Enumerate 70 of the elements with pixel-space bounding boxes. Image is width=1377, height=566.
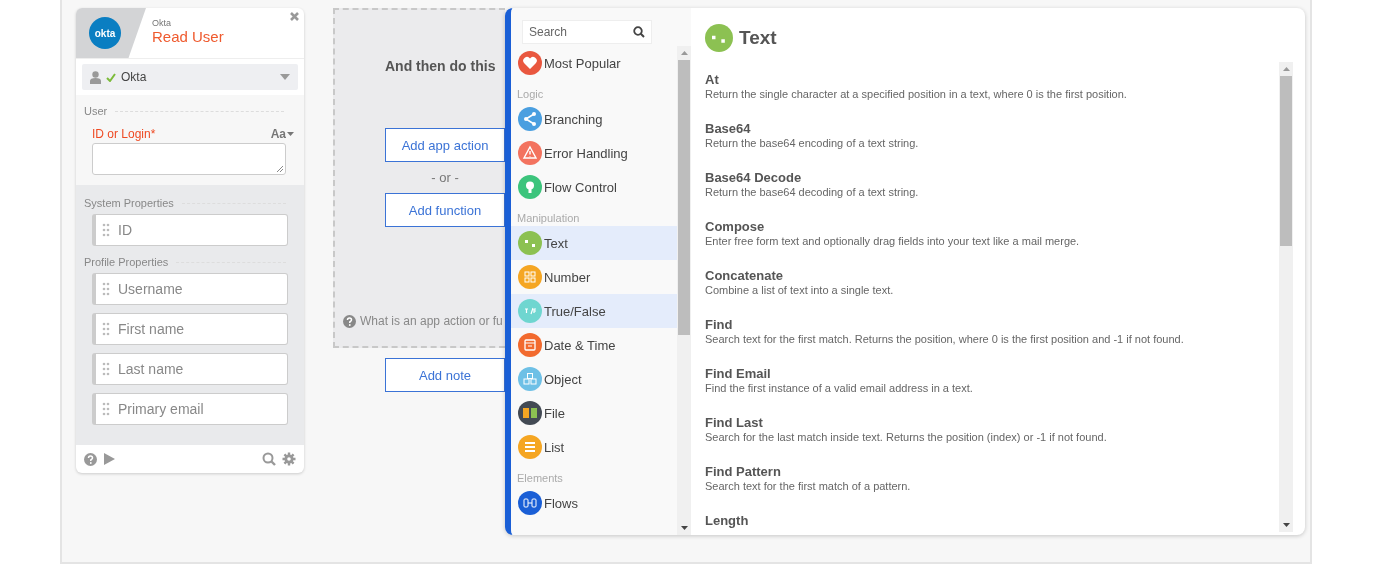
- function-item[interactable]: Find Search text for the first match. Returns the position, where 0 is the first position and -1 if not found.: [705, 317, 1279, 366]
- property-chip[interactable]: First name: [92, 313, 288, 345]
- drag-handle-icon: [102, 321, 110, 337]
- card-title: Read User: [152, 28, 224, 45]
- add-step-button[interactable]: Add app action: [385, 128, 505, 162]
- scroll-up-icon[interactable]: [680, 51, 688, 55]
- field-label: ID or Login*: [92, 127, 156, 141]
- search-icon: [633, 26, 645, 38]
- property-chip[interactable]: Last name: [92, 353, 288, 385]
- category-item[interactable]: Most Popular: [511, 46, 677, 80]
- category-item[interactable]: Error Handling: [511, 136, 677, 170]
- function-item[interactable]: Find Last Search for the last match inside text. Returns the position (index) or -1 if not found.: [705, 415, 1279, 464]
- add-note-button[interactable]: Add note: [385, 358, 505, 392]
- input-field[interactable]: [92, 143, 286, 175]
- category-item[interactable]: Text: [511, 226, 677, 260]
- scroll-down-icon[interactable]: [680, 526, 688, 530]
- resize-grip-icon[interactable]: [276, 165, 283, 172]
- add-step-button[interactable]: Add function: [385, 193, 505, 227]
- category-item[interactable]: Object: [511, 362, 677, 396]
- scroll-down-icon[interactable]: [1282, 523, 1290, 527]
- category-item[interactable]: Number: [511, 260, 677, 294]
- search-field[interactable]: Search: [529, 25, 619, 39]
- category-item[interactable]: Date & Time: [511, 328, 677, 362]
- user-icon: [90, 70, 101, 84]
- function-item[interactable]: Find Email Find the first instance of a valid email address in a text.: [705, 366, 1279, 415]
- property-chip[interactable]: Username: [92, 273, 288, 305]
- scrollbar[interactable]: [1279, 62, 1293, 532]
- category-item[interactable]: Flows: [511, 486, 677, 520]
- function-item[interactable]: Compose Enter free form text and optionally drag fields into your text like a mail merge.: [705, 219, 1279, 268]
- function-item[interactable]: Concatenate Combine a list of text into a single text.: [705, 268, 1279, 317]
- category-item[interactable]: Flow Control: [511, 170, 677, 204]
- connection-dropdown[interactable]: Okta: [82, 64, 298, 90]
- property-chip[interactable]: Primary email: [92, 393, 288, 425]
- scroll-up-icon[interactable]: [1282, 67, 1290, 71]
- function-item[interactable]: Base64 Return the base64 encoding of a text string.: [705, 121, 1279, 170]
- app-logo: okta: [89, 17, 121, 49]
- scrollbar[interactable]: [677, 46, 691, 535]
- function-item[interactable]: Base64 Decode Return the base64 decoding of a text string.: [705, 170, 1279, 219]
- separator-text: - or -: [430, 170, 460, 185]
- function-item[interactable]: Find Pattern Search text for the first match of a pattern.: [705, 464, 1279, 513]
- section-label: System Properties: [84, 197, 174, 209]
- category-item[interactable]: True/False: [511, 294, 677, 328]
- drag-handle-icon: [102, 401, 110, 417]
- settings-icon[interactable]: [282, 452, 296, 466]
- close-icon[interactable]: [289, 11, 300, 22]
- search-box[interactable]: Search: [522, 20, 652, 44]
- play-icon[interactable]: [103, 453, 115, 465]
- search-icon[interactable]: [262, 452, 276, 466]
- section-label: User: [84, 105, 108, 117]
- drag-handle-icon: [102, 281, 110, 297]
- category-item[interactable]: File: [511, 396, 677, 430]
- app-name: Okta: [152, 18, 172, 28]
- panel-title: Text: [739, 27, 777, 49]
- function-item[interactable]: At Return the single character at a specified position in a text, where 0 is the first position.: [705, 72, 1279, 121]
- category-item[interactable]: List: [511, 430, 677, 464]
- help-icon[interactable]: [84, 452, 97, 466]
- property-chip[interactable]: ID: [92, 214, 288, 246]
- function-item[interactable]: Length: [705, 513, 1279, 532]
- caret-icon: [287, 132, 294, 136]
- drag-handle-icon: [102, 222, 110, 238]
- help-icon[interactable]: [343, 314, 356, 328]
- category-item[interactable]: Branching: [511, 102, 677, 136]
- category-header: Manipulation: [516, 211, 581, 226]
- category-header: Logic: [516, 87, 545, 102]
- drag-handle-icon: [102, 361, 110, 377]
- canvas-heading: And then do this: [385, 58, 496, 74]
- caret-icon: [280, 74, 290, 80]
- section-label: Profile Properties: [84, 256, 169, 268]
- format-toggle[interactable]: Aa: [270, 127, 294, 141]
- category-header: Elements: [516, 471, 564, 486]
